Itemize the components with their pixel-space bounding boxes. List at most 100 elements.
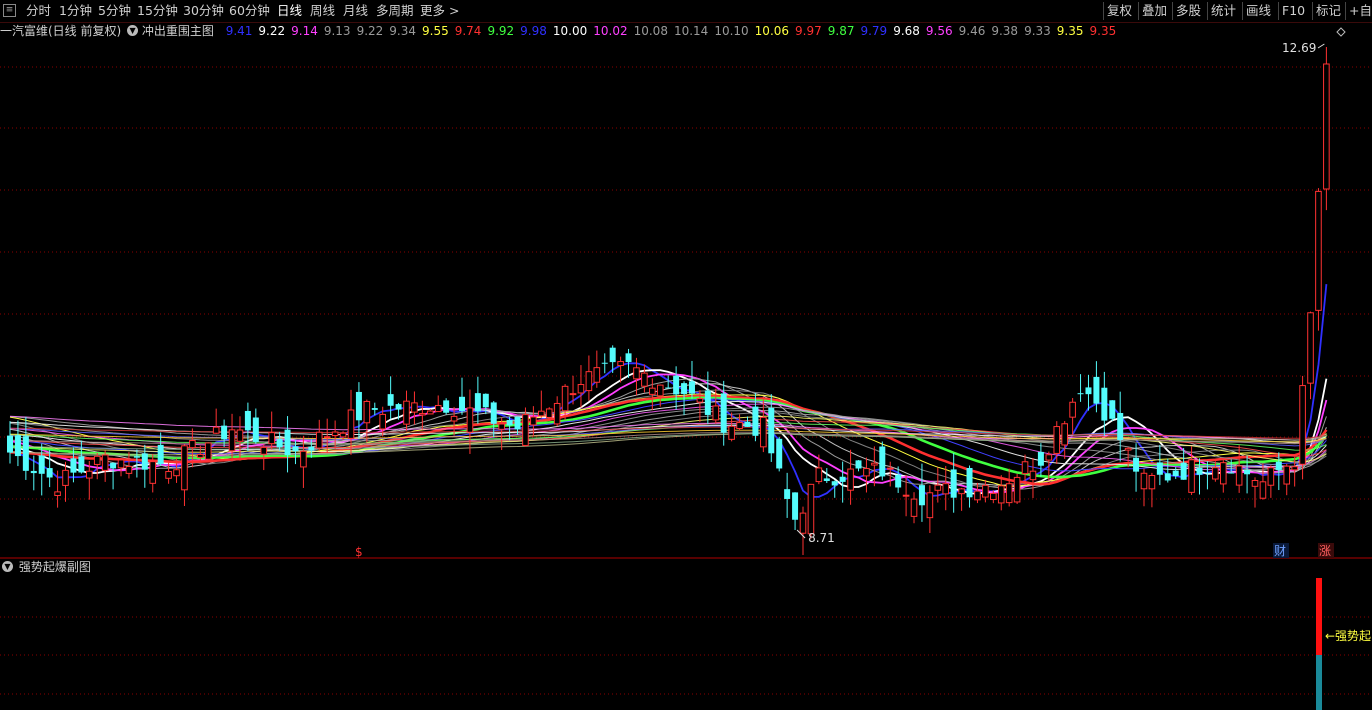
candle-body-down (744, 421, 751, 427)
moving-average-lines (9, 284, 1328, 498)
candle-body-up (553, 402, 561, 425)
candle-body-up (569, 393, 577, 396)
tool-button-3[interactable]: 统计 (1207, 2, 1242, 20)
candle-body-down (443, 400, 450, 413)
candle-body-up (1021, 461, 1029, 475)
candle-body-down (855, 460, 862, 469)
candle-body-up (1251, 479, 1259, 487)
candle-body-down (292, 446, 299, 452)
signal-label: ←强势起 (1325, 629, 1371, 643)
candle-body-up (173, 469, 180, 477)
candle-body-down (688, 381, 695, 394)
candle-body-down (918, 485, 925, 506)
candle-body-up (997, 485, 1005, 504)
candle-body-down (514, 416, 521, 430)
candle-body-up (633, 367, 640, 380)
period-tab-2[interactable]: 5分钟 (98, 2, 131, 20)
candle-body-up (942, 483, 950, 495)
candle-body-up (300, 450, 307, 468)
candle-body-down (839, 476, 846, 482)
candle-body-down (792, 492, 799, 520)
period-tab-0[interactable]: 分时 (26, 2, 51, 20)
candle-body-up (181, 445, 188, 491)
candle-body-down (490, 402, 497, 424)
period-tab-10[interactable]: 更多 > (420, 2, 459, 20)
candle-body-up (561, 385, 569, 412)
candle-body-up (419, 413, 426, 416)
candle-body-up (426, 410, 434, 415)
candle-body-down (474, 393, 481, 412)
period-tab-5[interactable]: 60分钟 (229, 2, 270, 20)
candle-body-up (347, 409, 355, 439)
candle-body-up (847, 468, 854, 491)
candle-body-up (1069, 401, 1076, 418)
tool-button-0[interactable]: 复权 (1103, 2, 1138, 20)
period-tab-9[interactable]: 多周期 (376, 2, 414, 20)
candle-body-up (728, 425, 735, 440)
tool-button-7[interactable]: +自选 (1345, 2, 1372, 20)
candle-body-down (1204, 472, 1211, 474)
candle-body-up (165, 471, 172, 479)
tool-button-6[interactable]: 标记 (1312, 2, 1345, 20)
candle-body-up (982, 484, 989, 498)
candle-body-up (1315, 190, 1322, 311)
candle-body-down (1228, 472, 1235, 474)
candle-body-down (879, 446, 886, 477)
candle-body-down (1093, 376, 1100, 404)
tool-button-2[interactable]: 多股 (1172, 2, 1207, 20)
period-tab-3[interactable]: 15分钟 (137, 2, 178, 20)
candle-body-down (133, 456, 140, 458)
candle-body-up (212, 426, 220, 434)
candle-body-down (752, 406, 759, 436)
candle-body-up (1212, 467, 1219, 480)
kline-chart[interactable]: 12.69 8.71 $ 财 涨 ←强势起 (0, 22, 1372, 710)
candle-body-down (308, 446, 315, 451)
candle-body-up (498, 423, 505, 430)
candle-body-up (1061, 423, 1068, 446)
candle-body-up (545, 408, 553, 418)
high-label-arrow (1317, 43, 1325, 49)
candle-body-up (86, 470, 93, 479)
candle-body-up (1148, 475, 1156, 490)
tool-button-1[interactable]: 叠加 (1138, 2, 1172, 20)
period-tab-6[interactable]: 日线 (277, 2, 302, 20)
candle-body-down (395, 404, 402, 410)
candle-body-down (1077, 393, 1084, 395)
candle-body-down (78, 456, 85, 473)
tool-button-5[interactable]: F10 (1278, 2, 1312, 20)
dollar-marker: $ (355, 545, 363, 559)
candle-body-up (434, 404, 442, 413)
candle-body-up (934, 484, 942, 491)
candle-body-up (649, 387, 656, 395)
candle-body-up (910, 498, 918, 517)
candle-body-up (1283, 465, 1291, 485)
candle-body-down (1101, 387, 1108, 421)
tool-button-4[interactable]: 画线 (1242, 2, 1278, 20)
period-tab-1[interactable]: 1分钟 (59, 2, 92, 20)
period-tab-8[interactable]: 月线 (343, 2, 368, 20)
candle-body-up (268, 432, 275, 445)
candle-body-up (1188, 459, 1195, 493)
candle-body-up (411, 402, 418, 413)
candle-body-down (609, 347, 616, 363)
candle-body-up (331, 431, 339, 437)
candle-body-down (601, 362, 608, 364)
candle-body-down (625, 353, 632, 362)
candle-body-up (1219, 462, 1227, 485)
candle-body-down (141, 453, 148, 470)
period-tab-4[interactable]: 30分钟 (183, 2, 224, 20)
candle-body-up (1291, 466, 1298, 471)
period-tab-7[interactable]: 周线 (310, 2, 335, 20)
candle-body-up (641, 372, 648, 387)
candle-body-up (974, 490, 981, 501)
candle-body-up (228, 429, 236, 452)
menu-toggle-icon[interactable]: ≡ (3, 4, 16, 17)
diamond-marker-icon (1336, 27, 1346, 37)
candle-body-up (990, 492, 997, 501)
candle-body-up (1005, 483, 1013, 504)
candle-body-up (656, 384, 664, 397)
candle-body-down (506, 419, 513, 426)
candle-body-down (673, 375, 680, 395)
candle-body-up (466, 407, 474, 433)
candle-body-up (93, 455, 101, 465)
